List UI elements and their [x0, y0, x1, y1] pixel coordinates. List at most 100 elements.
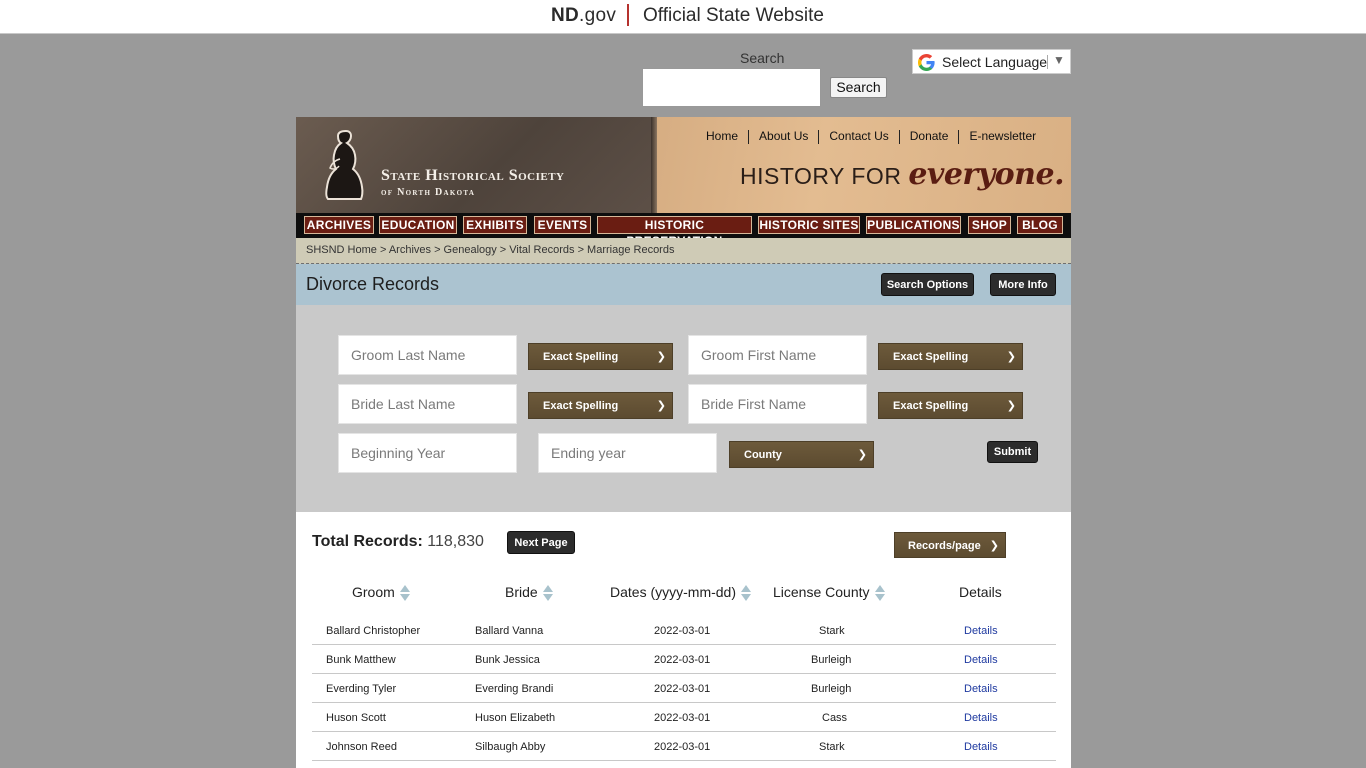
language-divider	[1047, 55, 1048, 69]
more-info-button[interactable]: More Info	[990, 273, 1056, 296]
column-label: Bride	[505, 584, 538, 600]
select-value: Exact Spelling	[543, 351, 619, 363]
column-label: Groom	[352, 584, 395, 600]
site-search-button[interactable]: Search	[830, 77, 887, 98]
top-nav: Home About Us Contact Us Donate E-newsletter	[696, 129, 1046, 145]
shsnd-figure-logo-icon[interactable]	[320, 125, 372, 201]
cell-county: Stark	[819, 625, 845, 637]
table-row: Ballard Christopher Ballard Vanna 2022-0…	[312, 616, 1056, 645]
menu-historic-sites[interactable]: HISTORIC SITES	[758, 216, 860, 234]
top-nav-donate[interactable]: Donate	[900, 129, 959, 143]
bride-last-spelling-select[interactable]: Exact Spelling ❯	[528, 392, 673, 419]
logo-subtitle: of North Dakota	[381, 187, 476, 198]
tagline: HISTORY FOR everyone.	[740, 157, 1065, 192]
groom-first-name-input[interactable]: Groom First Name	[688, 335, 867, 375]
cell-date: 2022-03-01	[654, 625, 711, 637]
cell-date: 2022-03-01	[654, 741, 711, 753]
chevron-down-icon: ❯	[989, 540, 999, 552]
menu-education[interactable]: EDUCATION	[379, 216, 457, 234]
sort-icon[interactable]	[399, 584, 411, 602]
header-banner: State Historical Society of North Dakota…	[296, 117, 1071, 213]
menu-historic-preservation[interactable]: HISTORIC PRESERVATION	[597, 216, 752, 248]
search-form: Groom Last Name Exact Spelling ❯ Groom Fi…	[296, 305, 1071, 512]
menu-blog[interactable]: BLOG	[1017, 216, 1063, 234]
groom-first-spelling-select[interactable]: Exact Spelling ❯	[878, 343, 1023, 370]
ending-year-input[interactable]: Ending year	[538, 433, 717, 473]
details-link[interactable]: Details	[964, 741, 998, 753]
column-header-details: Details	[959, 584, 1002, 600]
cell-groom: Johnson Reed	[326, 741, 397, 753]
menu-shop[interactable]: SHOP	[968, 216, 1011, 234]
top-nav-enewsletter[interactable]: E-newsletter	[959, 129, 1046, 143]
top-nav-contact[interactable]: Contact Us	[819, 129, 898, 143]
column-header-bride[interactable]: Bride	[505, 584, 554, 602]
nd-gov-suffix: .gov	[579, 5, 617, 26]
cell-bride: Ballard Vanna	[475, 625, 544, 637]
total-records: Total Records: 118,830	[312, 533, 484, 551]
tagline-plain: HISTORY FOR	[740, 163, 909, 189]
breadcrumb[interactable]: SHSND Home > Archives > Genealogy > Vita…	[296, 238, 1071, 264]
main-content: State Historical Society of North Dakota…	[296, 117, 1071, 768]
total-records-label: Total Records:	[312, 533, 423, 550]
bride-last-name-input[interactable]: Bride Last Name	[338, 384, 517, 424]
details-link[interactable]: Details	[964, 625, 998, 637]
state-bar-divider	[627, 4, 629, 26]
bride-first-name-input[interactable]: Bride First Name	[688, 384, 867, 424]
logo-title: State Historical Society	[381, 167, 565, 184]
official-state-website: Official State Website	[643, 5, 824, 26]
column-header-license-county[interactable]: License County	[773, 584, 886, 602]
cell-county: Cass	[822, 712, 848, 724]
next-page-button[interactable]: Next Page	[507, 531, 575, 554]
sort-icon[interactable]	[741, 584, 752, 602]
language-label: Select Language	[942, 54, 1048, 70]
search-label: Search	[740, 50, 785, 66]
cell-county: Burleigh	[811, 654, 852, 666]
search-options-button[interactable]: Search Options	[881, 273, 974, 296]
sort-icon[interactable]	[542, 584, 554, 602]
county-select[interactable]: County ❯	[729, 441, 874, 468]
top-nav-about[interactable]: About Us	[749, 129, 818, 143]
sort-icon[interactable]	[874, 584, 886, 602]
details-link[interactable]: Details	[964, 654, 998, 666]
cell-groom: Everding Tyler	[326, 683, 397, 695]
menu-publications[interactable]: PUBLICATIONS	[866, 216, 961, 234]
menu-events[interactable]: EVENTS	[534, 216, 591, 234]
records-per-page-select[interactable]: Records/page ❯	[894, 532, 1006, 558]
column-header-dates[interactable]: Dates (yyyy-mm-dd)	[610, 584, 752, 602]
groom-last-name-input[interactable]: Groom Last Name	[338, 335, 517, 375]
chevron-down-icon: ❯	[857, 449, 867, 461]
cell-groom: Ballard Christopher	[326, 625, 421, 637]
chevron-down-icon: ❯	[656, 400, 666, 412]
results-section: Total Records: 118,830 Next Page Records…	[296, 512, 1071, 768]
total-records-value: 118,830	[427, 533, 484, 550]
table-row: Huson Scott Huson Elizabeth 2022-03-01 C…	[312, 703, 1056, 732]
tagline-script: everyone.	[908, 157, 1065, 192]
bride-first-spelling-select[interactable]: Exact Spelling ❯	[878, 392, 1023, 419]
table-row: Johnson Reed Silbaugh Abby 2022-03-01 St…	[312, 732, 1056, 761]
column-label: License County	[773, 584, 870, 600]
select-value: Exact Spelling	[893, 400, 969, 412]
language-selector[interactable]: Select Language ▼	[912, 49, 1071, 74]
page-title: Divorce Records	[306, 274, 440, 294]
cell-bride: Silbaugh Abby	[475, 741, 546, 753]
cell-bride: Everding Brandi	[475, 683, 554, 695]
cell-date: 2022-03-01	[654, 654, 711, 666]
cell-groom: Huson Scott	[326, 712, 386, 724]
beginning-year-input[interactable]: Beginning Year	[338, 433, 517, 473]
table-row: Bunk Matthew Bunk Jessica 2022-03-01 Bur…	[312, 645, 1056, 674]
select-value: Exact Spelling	[893, 351, 969, 363]
column-header-groom[interactable]: Groom	[352, 584, 411, 602]
main-menu: ARCHIVES EDUCATION EXHIBITS EVENTS HISTO…	[296, 213, 1071, 248]
top-nav-home[interactable]: Home	[696, 129, 748, 143]
menu-archives[interactable]: ARCHIVES	[304, 216, 374, 234]
groom-last-spelling-select[interactable]: Exact Spelling ❯	[528, 343, 673, 370]
menu-exhibits[interactable]: EXHIBITS	[463, 216, 527, 234]
chevron-down-icon: ❯	[1006, 351, 1016, 363]
submit-button[interactable]: Submit	[987, 441, 1038, 463]
cell-date: 2022-03-01	[654, 683, 711, 695]
google-g-icon	[918, 54, 935, 71]
nd-gov-logo[interactable]: ND.gov	[551, 5, 616, 27]
details-link[interactable]: Details	[964, 712, 998, 724]
details-link[interactable]: Details	[964, 683, 998, 695]
site-search-input[interactable]	[642, 68, 821, 107]
